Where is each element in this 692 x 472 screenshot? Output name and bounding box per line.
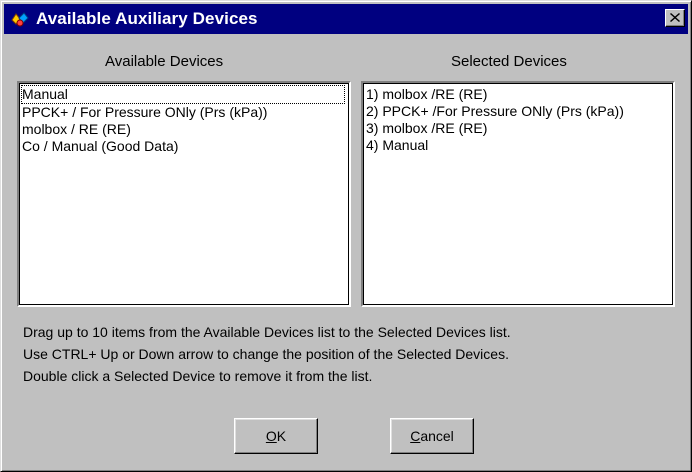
cancel-button[interactable]: Cancel <box>390 418 474 454</box>
available-devices-list[interactable]: Manual PPCK+ / For Pressure ONly (Prs (k… <box>17 81 351 307</box>
close-icon <box>670 9 680 27</box>
available-device-item[interactable]: Manual <box>21 85 345 104</box>
selected-devices-list[interactable]: 1) molbox /RE (RE) 2) PPCK+ /For Pressur… <box>361 81 675 307</box>
available-devices-heading: Available Devices <box>105 53 224 70</box>
cancel-mnemonic: C <box>410 428 421 444</box>
cancel-label-rest: ancel <box>420 428 454 444</box>
dialog-window: Available Auxiliary Devices Available De… <box>0 0 692 472</box>
title-bar[interactable]: Available Auxiliary Devices <box>4 4 688 34</box>
selected-device-item[interactable]: 1) molbox /RE (RE) <box>366 86 670 103</box>
devices-app-icon <box>9 8 31 30</box>
available-device-item[interactable]: PPCK+ / For Pressure ONly (Prs (kPa)) <box>22 104 346 121</box>
selected-devices-heading: Selected Devices <box>451 53 567 70</box>
selected-device-item[interactable]: 2) PPCK+ /For Pressure ONly (Prs (kPa)) <box>366 103 670 120</box>
help-line-reorder: Use CTRL+ Up or Down arrow to change the… <box>23 346 509 362</box>
ok-mnemonic: O <box>265 428 277 444</box>
ok-button[interactable]: OK <box>234 418 318 454</box>
selected-device-item[interactable]: 4) Manual <box>366 137 670 154</box>
available-device-item[interactable]: Co / Manual (Good Data) <box>22 138 346 155</box>
available-device-item[interactable]: molbox / RE (RE) <box>22 121 346 138</box>
help-text: Drag up to 10 items from the Available D… <box>23 321 511 387</box>
window-title: Available Auxiliary Devices <box>36 9 258 28</box>
selected-device-item[interactable]: 3) molbox /RE (RE) <box>366 120 670 137</box>
close-button[interactable] <box>665 9 685 27</box>
help-line-drag: Drag up to 10 items from the Available D… <box>23 324 511 340</box>
ok-label-rest: K <box>276 428 287 444</box>
help-line-remove: Double click a Selected Device to remove… <box>23 368 373 384</box>
